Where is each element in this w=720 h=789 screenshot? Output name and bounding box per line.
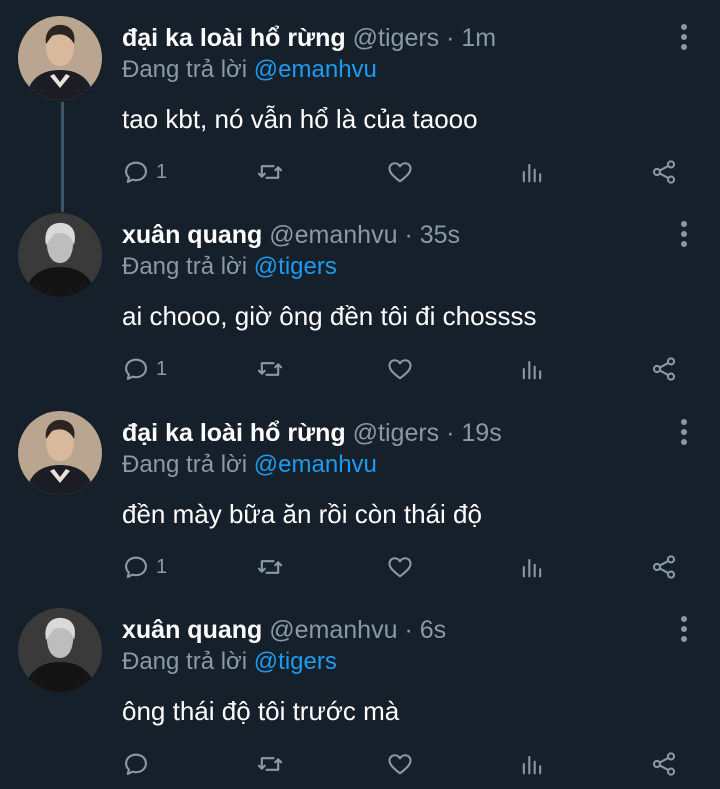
views-icon xyxy=(522,360,542,380)
views-icon xyxy=(522,558,542,578)
more-icon[interactable] xyxy=(674,24,694,52)
views-button[interactable] xyxy=(518,746,546,782)
tweet[interactable]: xuân quang @emanhvu · 6s Đang trả lời @t… xyxy=(0,592,720,789)
tweet-actions: 1 xyxy=(122,549,692,585)
reply-icon xyxy=(125,161,147,183)
replying-to: Đang trả lời @tigers xyxy=(122,251,337,283)
reply-button[interactable] xyxy=(122,746,156,782)
replying-prefix: Đang trả lời xyxy=(122,648,248,675)
retweet-icon xyxy=(257,560,283,574)
more-icon[interactable] xyxy=(674,221,694,249)
tweet-actions: 1 xyxy=(122,154,692,190)
heart-icon xyxy=(388,557,412,578)
retweet-button[interactable] xyxy=(256,549,284,585)
avatar[interactable] xyxy=(18,16,102,100)
tweet-actions xyxy=(122,746,692,782)
mention-link[interactable]: @emanhvu xyxy=(254,451,377,478)
replying-prefix: Đang trả lời xyxy=(122,253,248,280)
mention-link[interactable]: @tigers xyxy=(254,648,337,675)
retweet-button[interactable] xyxy=(256,351,284,387)
replying-to: Đang trả lời @emanhvu xyxy=(122,54,377,86)
reply-button[interactable]: 1 xyxy=(122,351,167,387)
heart-icon xyxy=(388,359,412,380)
reply-count: 1 xyxy=(156,160,168,183)
handle[interactable]: @emanhvu xyxy=(269,616,397,644)
handle[interactable]: @tigers xyxy=(353,419,440,447)
handle[interactable]: @emanhvu xyxy=(269,221,397,249)
tweet-actions: 1 xyxy=(122,351,692,387)
avatar[interactable] xyxy=(18,411,102,495)
share-icon xyxy=(652,160,676,184)
display-name[interactable]: xuân quang xyxy=(122,221,262,249)
share-icon xyxy=(652,357,676,381)
tweet-header: đại ka loài hổ rừng @tigers · 19s xyxy=(122,417,660,449)
tweet[interactable]: đại ka loài hổ rừng @tigers · 19s Đang t… xyxy=(0,395,720,592)
display-name[interactable]: đại ka loài hổ rừng xyxy=(122,24,346,52)
tweet[interactable]: xuân quang @emanhvu · 35s Đang trả lời @… xyxy=(0,197,720,394)
retweet-button[interactable] xyxy=(256,746,284,782)
like-button[interactable] xyxy=(386,154,414,190)
display-name[interactable]: xuân quang xyxy=(122,616,262,644)
timestamp[interactable]: · 1m xyxy=(446,24,496,52)
share-icon xyxy=(652,555,676,579)
heart-icon xyxy=(388,754,412,775)
tweet-header: xuân quang @emanhvu · 6s xyxy=(122,614,660,646)
share-icon xyxy=(652,752,676,776)
handle[interactable]: @tigers xyxy=(353,24,440,52)
tweet-text: tao kbt, nó vẫn hổ là của taooo xyxy=(122,104,478,134)
like-button[interactable] xyxy=(386,549,414,585)
more-icon[interactable] xyxy=(674,616,694,644)
replying-prefix: Đang trả lời xyxy=(122,451,248,478)
reply-icon xyxy=(125,556,147,578)
views-button[interactable] xyxy=(518,549,546,585)
tweet-header: đại ka loài hổ rừng @tigers · 1m xyxy=(122,22,660,54)
tweet-header: xuân quang @emanhvu · 35s xyxy=(122,219,660,251)
views-button[interactable] xyxy=(518,154,546,190)
reply-button[interactable]: 1 xyxy=(122,549,167,585)
share-button[interactable] xyxy=(650,351,678,387)
mention-link[interactable]: @tigers xyxy=(254,253,337,280)
reply-icon xyxy=(125,358,147,380)
views-icon xyxy=(522,755,542,775)
retweet-icon xyxy=(257,165,283,179)
retweet-icon xyxy=(257,757,283,771)
retweet-icon xyxy=(257,362,283,376)
share-button[interactable] xyxy=(650,746,678,782)
heart-icon xyxy=(388,162,412,183)
like-button[interactable] xyxy=(386,351,414,387)
views-button[interactable] xyxy=(518,351,546,387)
reply-count: 1 xyxy=(156,555,168,578)
mention-link[interactable]: @emanhvu xyxy=(254,56,377,83)
like-button[interactable] xyxy=(386,746,414,782)
tweet-text: ông thái độ tôi trước mà xyxy=(122,696,400,726)
reply-count: 1 xyxy=(156,357,168,380)
reply-button[interactable]: 1 xyxy=(122,154,167,190)
share-button[interactable] xyxy=(650,549,678,585)
tweet[interactable]: đại ka loài hổ rừng @tigers · 1m Đang tr… xyxy=(0,0,720,197)
replying-to: Đang trả lời @tigers xyxy=(122,646,337,678)
share-button[interactable] xyxy=(650,154,678,190)
avatar[interactable] xyxy=(18,213,102,297)
avatar[interactable] xyxy=(18,608,102,692)
more-icon[interactable] xyxy=(674,419,694,447)
views-icon xyxy=(522,163,542,183)
timestamp[interactable]: · 6s xyxy=(404,616,446,644)
tweet-text: ai chooo, giờ ông đền tôi đi chossss xyxy=(122,301,537,331)
replying-to: Đang trả lời @emanhvu xyxy=(122,449,377,481)
replying-prefix: Đang trả lời xyxy=(122,56,248,83)
timestamp[interactable]: · 19s xyxy=(446,419,502,447)
reply-icon xyxy=(125,753,147,775)
timestamp[interactable]: · 35s xyxy=(404,221,460,249)
display-name[interactable]: đại ka loài hổ rừng xyxy=(122,419,346,447)
retweet-button[interactable] xyxy=(256,154,284,190)
tweet-text: đền mày bữa ăn rồi còn thái độ xyxy=(122,499,482,529)
